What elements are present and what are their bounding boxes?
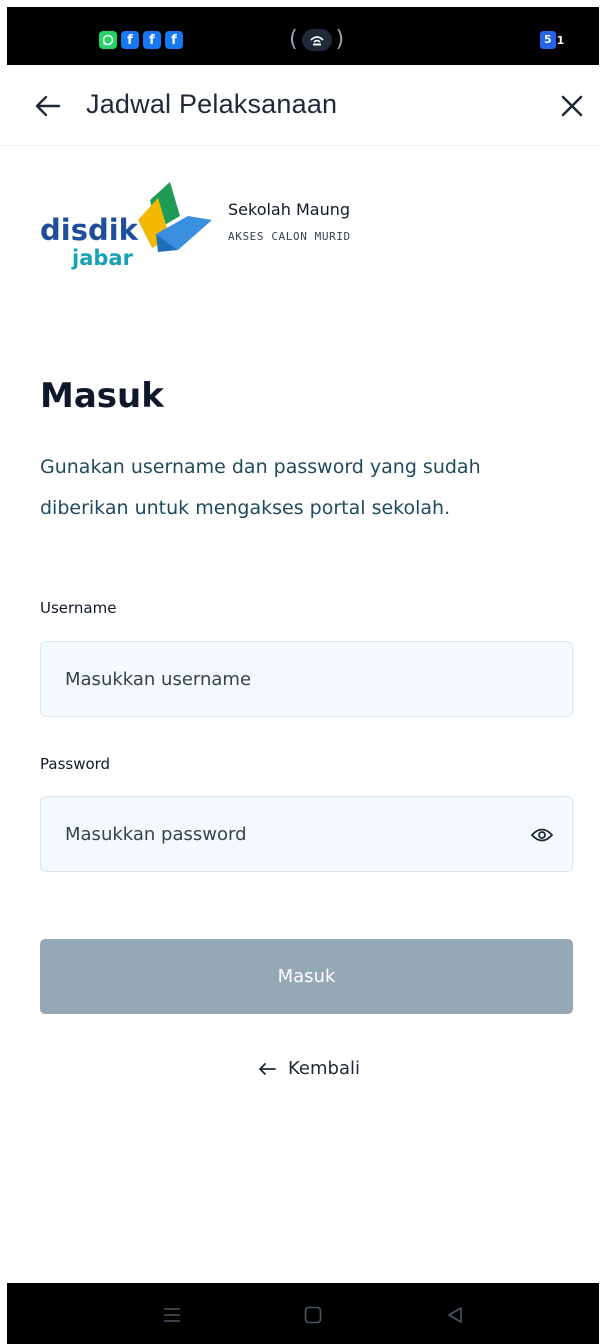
login-description: Gunakan username dan password yang sudah… [40,456,481,519]
back-link-label: Kembali [288,1058,360,1079]
top-app-bar: Jadwal Pelaksanaan [0,66,600,146]
svg-text:jabar: jabar [71,246,134,270]
username-field[interactable] [40,641,573,717]
password-field[interactable] [40,796,573,872]
back-button[interactable] [30,88,66,124]
back-link[interactable]: Kembali [258,1058,360,1079]
login-title: Masuk [40,376,164,416]
password-input[interactable] [41,797,572,871]
username-label: Username [40,599,117,617]
arrow-left-icon [259,1062,276,1075]
page-title: Jadwal Pelaksanaan [86,89,338,119]
facebook-icon: f [121,31,139,49]
hotspot-indicator: ( ) [289,27,345,52]
school-subtitle: AKSES CALON MURID [228,230,351,243]
battery-level: 5 [540,31,556,49]
username-input[interactable] [41,642,572,716]
system-navigation-bar [7,1283,599,1344]
disdik-jabar-logo: disdik jabar [38,176,218,274]
triangle-left-icon [448,1307,462,1323]
arrow-left-icon [35,95,61,117]
back-nav-button[interactable] [443,1303,467,1327]
facebook-icon: f [143,31,161,49]
svg-text:disdik: disdik [40,213,139,247]
login-submit-button[interactable]: Masuk [40,939,573,1014]
close-icon [561,95,583,117]
battery-indicator: 5 1 [540,31,564,49]
menu-icon [164,1308,180,1322]
whatsapp-icon [99,31,117,49]
facebook-icon: f [165,31,183,49]
password-label: Password [40,755,111,773]
close-button[interactable] [554,88,590,124]
battery-suffix: 1 [556,33,565,47]
hotspot-icon [301,29,332,51]
recent-apps-button[interactable] [160,1303,184,1327]
eye-icon [531,828,553,842]
notification-icons: f f f [99,31,183,49]
school-name: Sekolah Maung [228,200,351,219]
status-bar: f f f ( ) 5 1 [7,7,599,65]
home-button[interactable] [301,1303,325,1327]
square-icon [304,1306,322,1324]
toggle-password-visibility-button[interactable] [530,823,554,847]
